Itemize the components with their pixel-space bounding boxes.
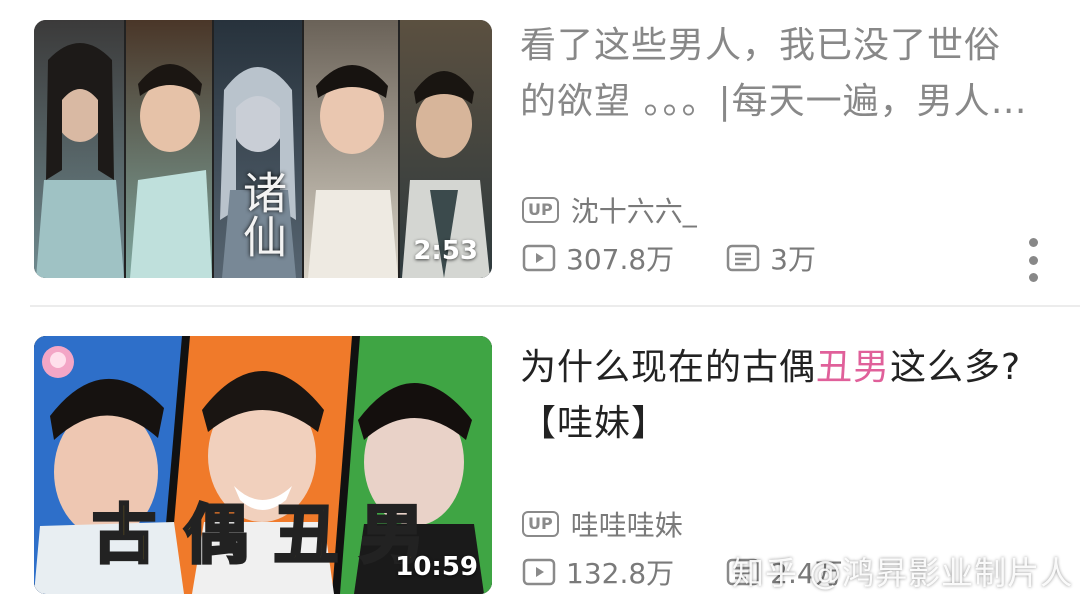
video-duration: 10:59 bbox=[395, 552, 478, 582]
more-vertical-icon[interactable] bbox=[1026, 238, 1040, 282]
video-duration: 2:53 bbox=[413, 236, 478, 266]
play-icon bbox=[522, 558, 556, 586]
title-text: 这么多? bbox=[890, 347, 1022, 388]
view-count: 132.8万 bbox=[566, 557, 675, 590]
thumbnail-overlay-char: 丑 bbox=[273, 497, 340, 575]
video-title[interactable]: 为什么现在的古偶丑男这么多? 【哇妹】 bbox=[520, 340, 1050, 452]
play-icon bbox=[522, 244, 556, 272]
thumbnail-overlay-char: 古 bbox=[91, 497, 158, 575]
danmaku-icon bbox=[726, 244, 760, 272]
thumbnail-overlay-text: 诸仙 bbox=[235, 170, 286, 258]
stats-row: 307.8万 3万 bbox=[522, 238, 816, 278]
video-title[interactable]: 看了这些男人，我已没了世俗 的欲望 。。。|每天一遍，男人… bbox=[520, 18, 1050, 130]
title-line: 看了这些男人，我已没了世俗 bbox=[520, 25, 1002, 66]
view-count: 307.8万 bbox=[566, 243, 675, 276]
video-thumbnail[interactable]: 古 偶 丑 男 10:59 bbox=[34, 336, 492, 594]
title-highlight: 丑男 bbox=[816, 347, 891, 388]
title-text: 为什么现在的古偶 bbox=[520, 347, 817, 388]
video-card[interactable]: 诸仙 2:53 看了这些男人，我已没了世俗 的欲望 。。。|每天一遍，男人… U… bbox=[0, 0, 1080, 290]
uploader-name: 哇哇哇妹 bbox=[570, 509, 683, 542]
up-badge-icon: UP bbox=[522, 511, 559, 537]
watermark: 知乎 @鸿昇影业制片人 bbox=[732, 554, 1074, 592]
danmaku-count: 3万 bbox=[770, 243, 816, 276]
uploader-row[interactable]: UP 沈十六六_ bbox=[522, 190, 697, 230]
up-badge-icon: UP bbox=[522, 197, 559, 223]
uploader-row[interactable]: UP 哇哇哇妹 bbox=[522, 504, 683, 544]
divider bbox=[30, 305, 1080, 307]
video-thumbnail[interactable]: 诸仙 2:53 bbox=[34, 20, 492, 278]
thumbnail-overlay-char: 偶 bbox=[183, 497, 250, 575]
title-line: 的欲望 。。。|每天一遍，男人… bbox=[520, 81, 1028, 122]
title-line: 【哇妹】 bbox=[520, 403, 669, 444]
uploader-name: 沈十六六_ bbox=[570, 195, 697, 228]
